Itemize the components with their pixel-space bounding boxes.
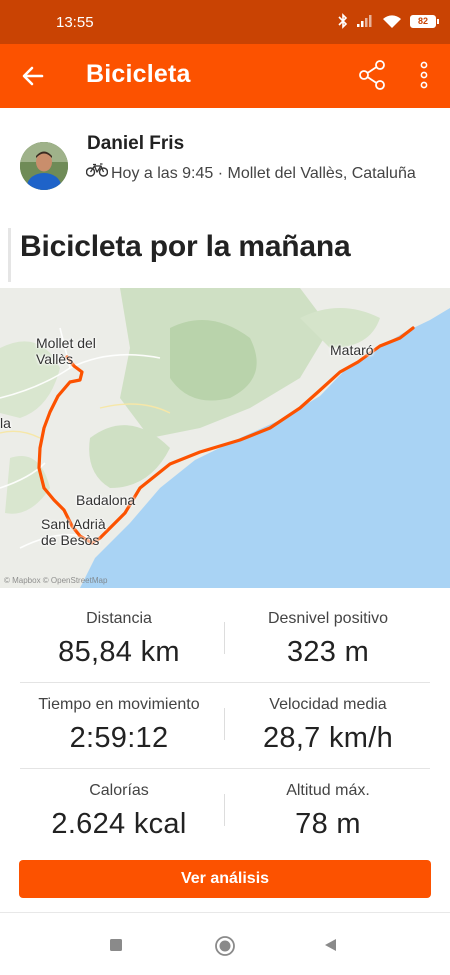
- stat-value: 2.624 kcal: [51, 808, 187, 840]
- stat-avg-speed: Velocidad media 28,7 km/h: [225, 696, 431, 755]
- stat-elevation: Desnivel positivo 323 m: [225, 610, 431, 669]
- map-attribution[interactable]: © Mapbox © OpenStreetMap: [4, 576, 107, 585]
- map-label-mollet: Mollet del Vallès: [36, 335, 96, 367]
- avatar[interactable]: [20, 142, 68, 190]
- home-circle-icon: [215, 936, 235, 956]
- system-back-button[interactable]: [322, 937, 338, 958]
- activity-meta: Hoy a las 9:45 · Mollet del Vallès, Cata…: [111, 165, 416, 182]
- stat-label: Tiempo en movimiento: [38, 696, 200, 713]
- stat-moving-time: Tiempo en movimiento 2:59:12: [16, 696, 222, 755]
- stat-row-divider: [20, 682, 430, 683]
- system-nav-bar: [0, 913, 450, 975]
- share-icon: [359, 60, 385, 90]
- bike-icon: [86, 163, 108, 177]
- stat-value: 323 m: [286, 636, 370, 668]
- stat-label: Velocidad media: [269, 696, 387, 713]
- map-label-edge: la: [0, 415, 11, 431]
- stat-label: Distancia: [86, 610, 152, 627]
- title-accent-bar: [8, 228, 11, 282]
- stat-label: Desnivel positivo: [267, 610, 389, 627]
- stat-label: Calorías: [89, 782, 149, 799]
- recents-square-icon: [110, 939, 122, 951]
- stat-distance: Distancia 85,84 km: [16, 610, 222, 669]
- map-label-mataro: Mataró: [330, 342, 374, 358]
- more-vertical-icon: [420, 61, 428, 89]
- stats-grid: Distancia 85,84 km Desnivel positivo 323…: [0, 598, 450, 858]
- back-button[interactable]: [18, 62, 48, 90]
- stat-max-altitude: Altitud máx. 78 m: [225, 782, 431, 841]
- more-button[interactable]: [414, 58, 434, 94]
- home-button[interactable]: [214, 935, 236, 962]
- status-icons: 82: [338, 13, 439, 29]
- app-bar: Bicicleta: [0, 44, 450, 108]
- stat-label: Altitud máx.: [286, 782, 370, 799]
- view-analysis-button[interactable]: Ver análisis: [19, 860, 431, 898]
- recents-button[interactable]: [108, 937, 124, 958]
- status-bar: 13:55 82: [0, 0, 450, 44]
- map-label-sant-adria: Sant Adrià de Besòs: [41, 516, 106, 548]
- page-title: Bicicleta: [86, 60, 191, 88]
- stat-value: 78 m: [295, 808, 361, 840]
- share-button[interactable]: [356, 58, 390, 92]
- activity-title: Bicicleta por la mañana: [20, 230, 351, 263]
- back-triangle-icon: [325, 939, 336, 951]
- bluetooth-icon: [338, 13, 348, 29]
- route-map[interactable]: Mollet del Vallès Mataró Badalona Sant A…: [0, 288, 450, 588]
- athlete-name[interactable]: Daniel Fris: [87, 133, 184, 155]
- stat-value: 85,84 km: [58, 636, 180, 668]
- athlete-header: Daniel Fris Hoy a las 9:45 · Mollet del …: [0, 108, 450, 218]
- stat-value: 2:59:12: [69, 722, 169, 754]
- arrow-left-icon: [22, 66, 44, 86]
- signal-icon: [356, 14, 374, 28]
- wifi-icon: [382, 14, 402, 29]
- stat-value: 28,7 km/h: [262, 722, 394, 754]
- stat-row-divider: [20, 768, 430, 769]
- battery-icon: 82: [410, 14, 439, 28]
- map-label-badalona: Badalona: [76, 492, 136, 508]
- stat-calories: Calorías 2.624 kcal: [16, 782, 222, 841]
- status-time: 13:55: [56, 14, 94, 31]
